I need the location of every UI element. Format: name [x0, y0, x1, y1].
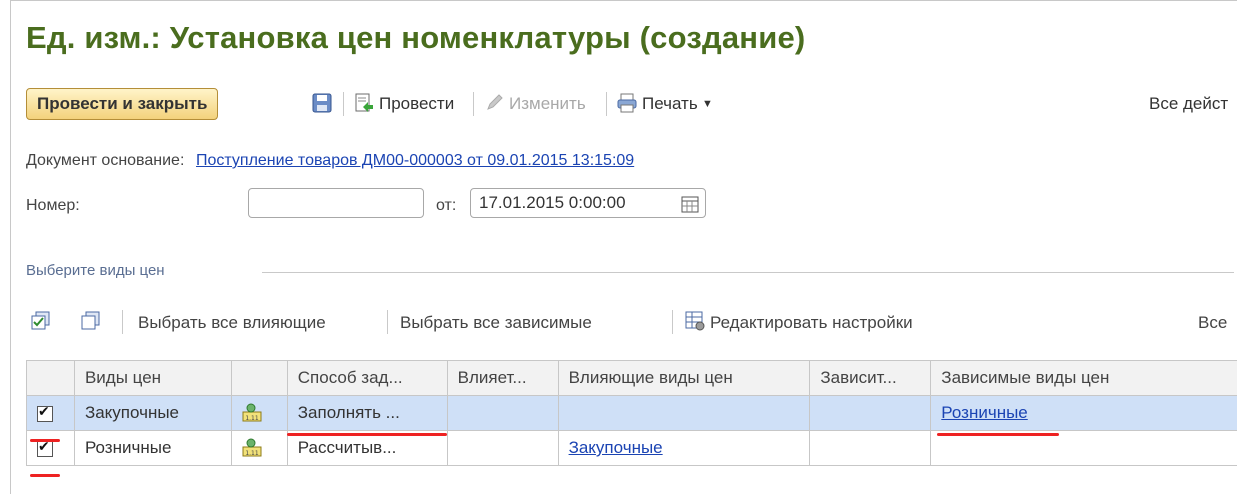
- affects-cell[interactable]: [447, 396, 558, 431]
- select-all-influencing-button[interactable]: Выбрать все влияющие: [138, 313, 326, 333]
- price-type-cell[interactable]: Закупочные: [74, 396, 231, 431]
- edit-settings-button[interactable]: Редактировать настройки: [710, 313, 913, 333]
- window-title: Ед. изм.: Установка цен номенклатуры (со…: [26, 20, 805, 56]
- all-actions-button[interactable]: Все дейст: [1149, 94, 1228, 114]
- edit-button[interactable]: Изменить: [509, 94, 586, 114]
- dependent-cell[interactable]: Розничные: [931, 396, 1237, 431]
- pencil-icon: [484, 92, 506, 114]
- chevron-down-icon[interactable]: ▼: [702, 98, 713, 110]
- affects-cell[interactable]: [447, 431, 558, 466]
- date-value: 17.01.2015 0:00:00: [479, 193, 626, 212]
- post-and-close-button[interactable]: Провести и закрыть: [26, 88, 218, 120]
- svg-text:1.11: 1.11: [245, 450, 259, 457]
- date-label: от:: [436, 197, 456, 215]
- table-header: Виды цен Способ зад... Влияет... Влияющи…: [27, 361, 1237, 396]
- column-header[interactable]: Зависимые виды цен: [931, 361, 1237, 396]
- column-header[interactable]: [231, 361, 287, 396]
- dependent-link[interactable]: Розничные: [941, 403, 1027, 422]
- price-types-table: Виды цен Способ зад... Влияет... Влияющи…: [26, 360, 1237, 466]
- uncheck-all-icon[interactable]: [80, 310, 102, 332]
- annotation-underline: [937, 433, 1059, 436]
- price-tag-icon: 1.11: [242, 403, 262, 423]
- column-header[interactable]: Зависит...: [810, 361, 931, 396]
- price-icon-cell: 1.11: [231, 396, 287, 431]
- post-document-icon[interactable]: [353, 92, 375, 114]
- toolbar-separator: [672, 310, 673, 334]
- method-cell[interactable]: Заполнять ...: [287, 396, 447, 431]
- price-type-cell[interactable]: Розничные: [74, 431, 231, 466]
- column-header[interactable]: Влияет...: [447, 361, 558, 396]
- save-icon[interactable]: [311, 92, 333, 114]
- annotation-underline: [287, 433, 447, 436]
- column-header[interactable]: Способ зад...: [287, 361, 447, 396]
- toolbar-separator: [387, 310, 388, 334]
- svg-text:1.11: 1.11: [245, 415, 259, 422]
- influencing-link[interactable]: Закупочные: [569, 438, 663, 457]
- row-checkbox[interactable]: [37, 441, 53, 457]
- printer-icon[interactable]: [616, 92, 638, 114]
- row-checkbox[interactable]: [37, 406, 53, 422]
- toolbar-separator: [343, 92, 344, 116]
- table-row[interactable]: Закупочные 1.11 Заполнять ... Розничные: [27, 396, 1237, 431]
- price-icon-cell: 1.11: [231, 431, 287, 466]
- toolbar-separator: [606, 92, 607, 116]
- price-types-section-title: Выберите виды цен: [26, 262, 165, 279]
- column-header[interactable]: Влияющие виды цен: [558, 361, 810, 396]
- column-header[interactable]: [27, 361, 75, 396]
- calendar-icon[interactable]: [681, 194, 699, 212]
- column-header[interactable]: Виды цен: [74, 361, 231, 396]
- toolbar-separator: [473, 92, 474, 116]
- all-actions-button[interactable]: Все: [1198, 313, 1227, 333]
- check-all-icon[interactable]: [30, 310, 52, 332]
- print-button[interactable]: Печать: [642, 94, 698, 114]
- annotation-underline: [30, 474, 60, 477]
- settings-table-icon[interactable]: [684, 310, 706, 332]
- base-document-link[interactable]: Поступление товаров ДМ00-000003 от 09.01…: [196, 152, 634, 170]
- toolbar-separator: [122, 310, 123, 334]
- depends-cell[interactable]: [810, 431, 931, 466]
- base-document-label: Документ основание:: [26, 152, 184, 170]
- price-tag-icon: 1.11: [242, 438, 262, 458]
- number-label: Номер:: [26, 197, 80, 215]
- number-input[interactable]: [248, 188, 424, 218]
- influencing-cell[interactable]: [558, 396, 810, 431]
- annotation-underline: [30, 439, 60, 442]
- select-all-dependent-button[interactable]: Выбрать все зависимые: [400, 313, 592, 333]
- post-button[interactable]: Провести: [379, 94, 454, 114]
- influencing-cell[interactable]: Закупочные: [558, 431, 810, 466]
- depends-cell[interactable]: [810, 396, 931, 431]
- date-input[interactable]: 17.01.2015 0:00:00: [470, 188, 706, 218]
- command-bar: Провести и закрыть Провести Изменить Печ…: [26, 84, 1236, 124]
- section-divider: [262, 272, 1234, 273]
- row-checkbox-cell[interactable]: [27, 431, 75, 466]
- row-checkbox-cell[interactable]: [27, 396, 75, 431]
